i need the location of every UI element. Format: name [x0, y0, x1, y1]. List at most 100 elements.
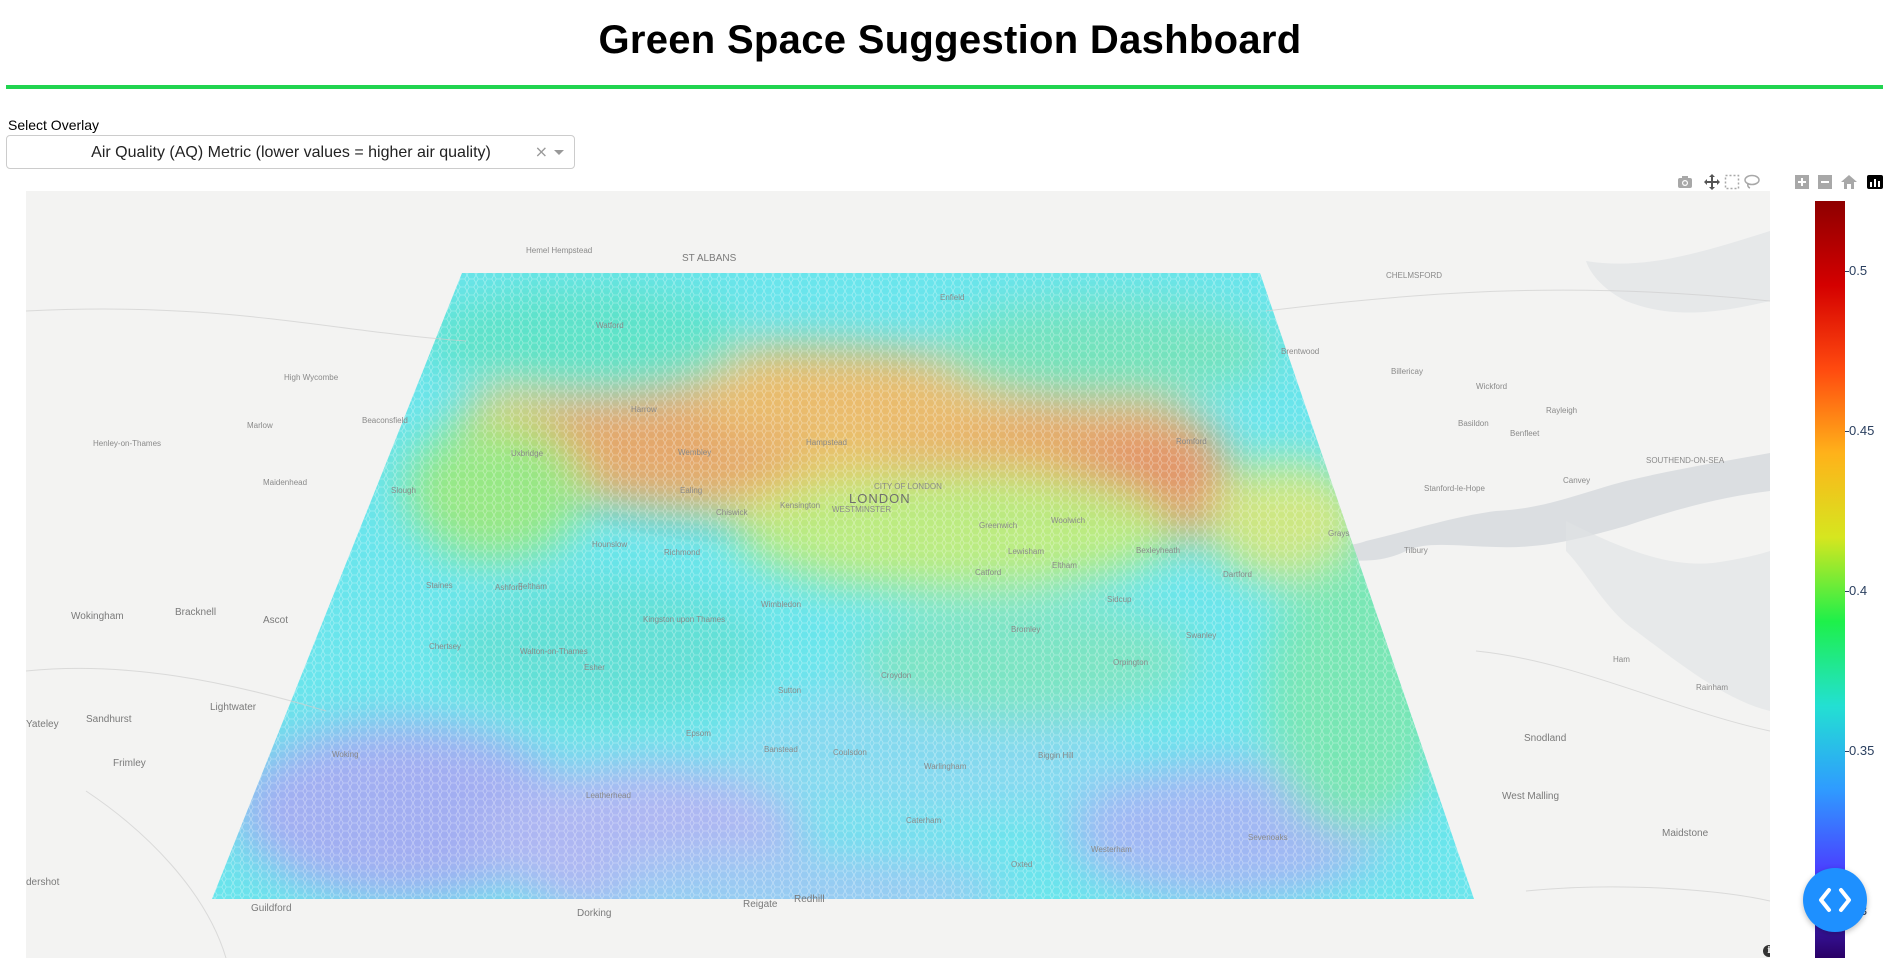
map-place-label: Woking: [332, 750, 359, 759]
pan-icon[interactable]: [1703, 173, 1723, 193]
camera-icon[interactable]: [1676, 173, 1696, 193]
map-place-label: Maidenhead: [263, 478, 308, 487]
map-place-label: Hounslow: [592, 540, 628, 549]
map-place-label: Harrow: [631, 405, 657, 414]
map-place-label: Ashford: [495, 583, 523, 592]
map-place-label: Esher: [584, 663, 605, 672]
map-place-label: Richmond: [664, 548, 701, 557]
north-estuary: [1586, 231, 1770, 313]
map-place-label: Wickford: [1476, 382, 1508, 391]
map-place-label: LONDON: [849, 491, 911, 506]
map-place-label: Kingston upon Thames: [643, 615, 726, 624]
map-place-label: SOUTHEND-ON-SEA: [1646, 456, 1725, 465]
map-place-label: Westerham: [1091, 845, 1132, 854]
map-place-label: Yateley: [26, 719, 59, 730]
map-place-label: Reigate: [743, 899, 778, 910]
info-icon[interactable]: i: [1763, 945, 1770, 957]
map-place-label: Uxbridge: [511, 449, 544, 458]
map-place-label: Redhill: [794, 894, 825, 905]
title-divider: [6, 85, 1883, 89]
colorbar-tick-label: 0.5: [1849, 263, 1868, 278]
home-icon[interactable]: [1840, 173, 1860, 193]
map-place-label: Guildford: [251, 903, 292, 914]
map-place-label: Epsom: [686, 729, 711, 738]
map-place-label: Sutton: [778, 686, 802, 695]
map-place-label: Wimbledon: [761, 600, 802, 609]
map-place-label: CHELMSFORD: [1386, 271, 1443, 280]
plot-modebar: [1676, 173, 1883, 193]
map-place-label: Banstead: [764, 745, 798, 754]
map-place-label: Slough: [391, 486, 416, 495]
map-place-label: Beaconsfield: [362, 416, 408, 425]
map-place-label: Wembley: [678, 448, 712, 457]
chevron-down-icon[interactable]: [554, 150, 564, 155]
map-place-label: Eltham: [1052, 561, 1077, 570]
clear-icon[interactable]: ×: [535, 142, 548, 161]
estuary-lowlands: [1566, 521, 1770, 711]
map-place-label: ST ALBANS: [682, 253, 737, 264]
map-place-label: Ham: [1613, 655, 1630, 664]
map-place-label: West Malling: [1502, 791, 1560, 802]
overlay-select-label: Select Overlay: [8, 117, 100, 133]
map-place-label: Snodland: [1524, 733, 1567, 744]
overlay-dropdown-value: Air Quality (AQ) Metric (lower values = …: [91, 144, 491, 161]
map-place-label: dershot: [26, 877, 60, 888]
box-select-icon[interactable]: [1723, 173, 1743, 193]
map-place-label: Warlingham: [924, 762, 967, 771]
colorbar-tick-label: 0.35: [1849, 743, 1875, 758]
map-place-label: Hemel Hempstead: [526, 246, 593, 255]
map-place-label: Enfield: [940, 293, 965, 302]
page-title: Green Space Suggestion Dashboard: [598, 18, 1302, 62]
map-place-label: Tilbury: [1404, 546, 1428, 555]
map-place-label: Hampstead: [806, 438, 847, 447]
zoom-out-icon[interactable]: [1816, 173, 1836, 193]
map-place-label: Chertsey: [429, 642, 462, 651]
map-place-label: Basildon: [1458, 419, 1489, 428]
map-place-label: Bracknell: [175, 607, 217, 618]
lasso-icon[interactable]: [1743, 173, 1763, 193]
map-place-label: Walton-on-Thames: [520, 647, 588, 656]
map-place-label: Sidcup: [1107, 595, 1132, 604]
plotly-logo[interactable]: [1867, 173, 1883, 193]
map-place-label: Maidstone: [1662, 828, 1709, 839]
map-place-label: Wokingham: [71, 611, 124, 622]
code-toggle-button[interactable]: [1803, 868, 1867, 932]
code-chevrons-icon: [1819, 888, 1851, 912]
map-place-label: Watford: [596, 321, 624, 330]
map-place-label: Marlow: [247, 421, 273, 430]
map-place-label: Ealing: [680, 486, 703, 495]
map-place-label: Woolwich: [1051, 516, 1086, 525]
map-place-label: Ascot: [263, 615, 289, 626]
map-place-label: Lightwater: [210, 702, 257, 713]
overlay-dropdown[interactable]: Air Quality (AQ) Metric (lower values = …: [6, 135, 575, 169]
map-place-label: Frimley: [113, 758, 146, 769]
map-place-label: Greenwich: [979, 521, 1018, 530]
map-place-label: Oxted: [1011, 860, 1033, 869]
map-place-label: WESTMINSTER: [832, 505, 892, 514]
map-place-label: Sevenoaks: [1248, 833, 1288, 842]
map-place-label: Croydon: [881, 671, 912, 680]
colorbar-tick-label: 0.45: [1849, 423, 1875, 438]
map-place-label: Stanford-le-Hope: [1424, 484, 1485, 493]
map-place-label: Billericay: [1391, 367, 1424, 376]
map-place-label: Canvey: [1563, 476, 1591, 485]
map-place-label: Catford: [975, 568, 1002, 577]
map-place-label: Chiswick: [716, 508, 748, 517]
map-place-label: Dartford: [1223, 570, 1252, 579]
map-plot[interactable]: ST ALBANS CHELMSFORD CITY OF LONDON LONDON W…: [26, 191, 1770, 958]
colorbar-tick-label: 0.4: [1849, 583, 1868, 598]
map-place-label: Swanley: [1186, 631, 1217, 640]
colorbar: [1815, 201, 1845, 958]
map-place-label: Lewisham: [1008, 547, 1045, 556]
map-place-label: CITY OF LONDON: [874, 482, 942, 491]
map-place-label: Romford: [1176, 437, 1207, 446]
map-place-label: Rainham: [1696, 683, 1729, 692]
map-place-label: Rayleigh: [1546, 406, 1578, 415]
map-place-label: Henley-on-Thames: [93, 439, 162, 448]
map-place-label: Brentwood: [1281, 347, 1320, 356]
map-place-label: Sandhurst: [86, 714, 132, 725]
map-place-label: Bexleyheath: [1136, 546, 1181, 555]
map-place-label: Biggin Hill: [1038, 751, 1074, 760]
zoom-in-icon[interactable]: [1793, 173, 1813, 193]
map-place-label: High Wycombe: [284, 373, 339, 382]
